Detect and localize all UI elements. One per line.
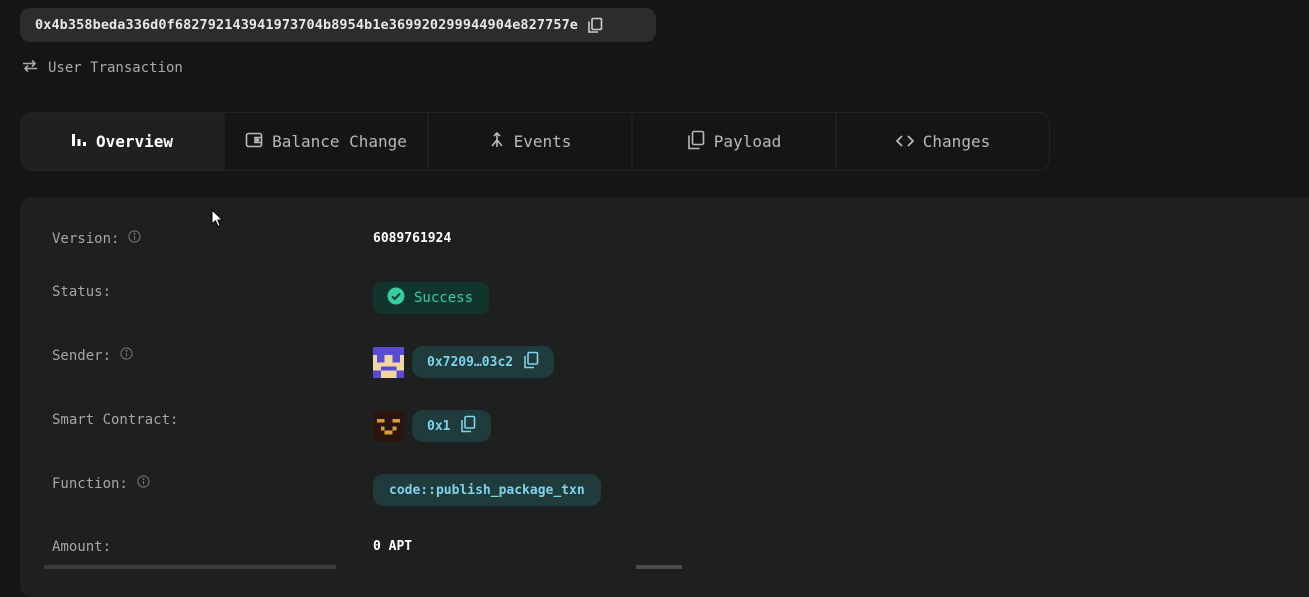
tab-changes-label: Changes xyxy=(922,132,991,151)
sender-address: 0x7209…03c2 xyxy=(427,354,514,370)
version-value: 6089761924 xyxy=(373,231,452,246)
wallet-icon xyxy=(245,132,263,152)
tab-balance-change-label: Balance Change xyxy=(272,132,407,151)
status-value: Success xyxy=(414,290,474,306)
tab-overview[interactable]: Overview xyxy=(21,113,225,170)
partial-content-strip xyxy=(44,565,336,569)
version-label-row: Version: xyxy=(52,230,142,247)
info-icon[interactable] xyxy=(120,347,133,364)
copy-icon xyxy=(687,130,705,154)
smart-contract-label-row: Smart Contract: xyxy=(52,412,178,428)
smart-contract-row: 0x1 xyxy=(373,410,492,442)
partial-content-strip xyxy=(636,565,682,569)
contract-address-pill[interactable]: 0x1 xyxy=(412,410,492,442)
check-circle-icon xyxy=(387,287,405,309)
copy-hash-icon[interactable] xyxy=(586,16,604,34)
amount-value: 0 APT xyxy=(373,539,413,554)
code-icon xyxy=(895,132,915,151)
overview-panel xyxy=(20,197,1309,597)
tab-events-label: Events xyxy=(513,132,572,151)
status-label-row: Status: xyxy=(52,284,111,300)
contract-address: 0x1 xyxy=(427,418,451,434)
transaction-hash-pill: 0x4b358beda336d0f682792143941973704b8954… xyxy=(20,8,656,42)
copy-icon[interactable] xyxy=(460,415,476,437)
smart-contract-label: Smart Contract: xyxy=(52,412,179,428)
copy-icon[interactable] xyxy=(523,351,539,373)
sender-label: Sender: xyxy=(52,347,112,364)
transaction-type-label: User Transaction xyxy=(48,60,183,76)
version-label: Version: xyxy=(52,230,120,247)
amount-label-row: Amount: xyxy=(52,539,111,555)
function-pill[interactable]: code::publish_package_txn xyxy=(373,474,601,506)
transaction-hash: 0x4b358beda336d0f682792143941973704b8954… xyxy=(35,17,579,33)
info-icon[interactable] xyxy=(128,230,142,247)
tab-changes[interactable]: Changes xyxy=(837,113,1049,170)
swap-arrows-icon xyxy=(21,59,39,77)
mouse-cursor-icon xyxy=(211,208,225,233)
tab-balance-change[interactable]: Balance Change xyxy=(225,113,429,170)
function-name: code::publish_package_txn xyxy=(389,482,585,498)
function-label: Function: xyxy=(52,475,128,492)
sender-avatar xyxy=(373,346,404,378)
transaction-type: User Transaction xyxy=(21,59,183,77)
tab-payload-label: Payload xyxy=(713,132,782,151)
contract-avatar xyxy=(373,410,404,442)
bar-chart-icon xyxy=(71,132,87,151)
merge-icon xyxy=(489,131,505,152)
sender-address-pill[interactable]: 0x7209…03c2 xyxy=(412,346,555,378)
info-icon[interactable] xyxy=(137,475,150,492)
status-badge: Success xyxy=(373,282,489,314)
status-label: Status: xyxy=(52,284,112,300)
tab-payload[interactable]: Payload xyxy=(633,113,837,170)
tab-events[interactable]: Events xyxy=(429,113,633,170)
function-label-row: Function: xyxy=(52,475,150,492)
sender-label-row: Sender: xyxy=(52,347,133,364)
amount-label: Amount: xyxy=(52,539,112,555)
sender-row: 0x7209…03c2 xyxy=(373,346,555,378)
tab-overview-label: Overview xyxy=(95,132,174,151)
detail-tabs: Overview Balance Change Events Payload C… xyxy=(20,112,1050,171)
